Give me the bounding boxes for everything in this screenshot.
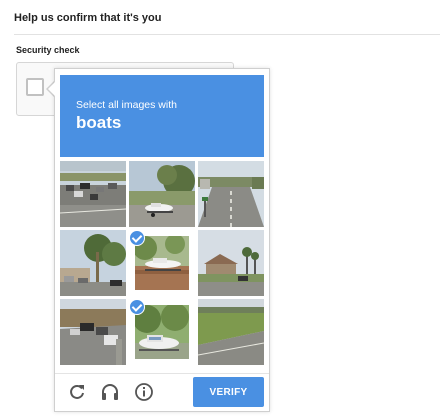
tile-image [135, 305, 189, 359]
image-grid [60, 161, 264, 365]
info-icon[interactable] [134, 382, 154, 402]
tile-image [198, 299, 264, 365]
instruction-banner: Select all images with boats [60, 75, 264, 157]
page-heading: Help us confirm that it's you [14, 12, 162, 24]
image-tile[interactable] [198, 161, 264, 227]
image-tile[interactable] [129, 161, 195, 227]
image-tile[interactable] [60, 161, 126, 227]
divider [14, 34, 440, 35]
tile-image [129, 161, 195, 227]
captcha-challenge-popup: Select all images with boats VERIFY [54, 68, 270, 412]
image-tile[interactable] [198, 299, 264, 365]
headphones-icon[interactable] [100, 382, 120, 402]
reload-icon-svg [70, 384, 84, 399]
security-check-label: Security check [16, 45, 80, 55]
tile-image [198, 230, 264, 296]
info-icon-svg [135, 383, 153, 401]
footer-divider [55, 373, 269, 374]
tile-image [135, 236, 189, 290]
selected-check-icon [129, 299, 145, 315]
tile-image [60, 299, 126, 365]
image-tile[interactable] [60, 299, 126, 365]
headphones-icon-svg [102, 384, 118, 400]
image-tile-selected[interactable] [129, 299, 195, 365]
captcha-checkbox[interactable] [26, 78, 44, 96]
instruction-text: Select all images with [76, 99, 177, 111]
selected-check-icon [129, 230, 145, 246]
reload-icon[interactable] [67, 382, 87, 402]
tile-image [60, 230, 126, 296]
tile-image [60, 161, 126, 227]
verify-button[interactable]: VERIFY [193, 377, 264, 407]
challenge-arrow-inner [48, 81, 56, 97]
image-tile[interactable] [60, 230, 126, 296]
instruction-keyword: boats [76, 113, 122, 132]
tile-image [198, 161, 264, 227]
image-tile-selected[interactable] [129, 230, 195, 296]
image-tile[interactable] [198, 230, 264, 296]
